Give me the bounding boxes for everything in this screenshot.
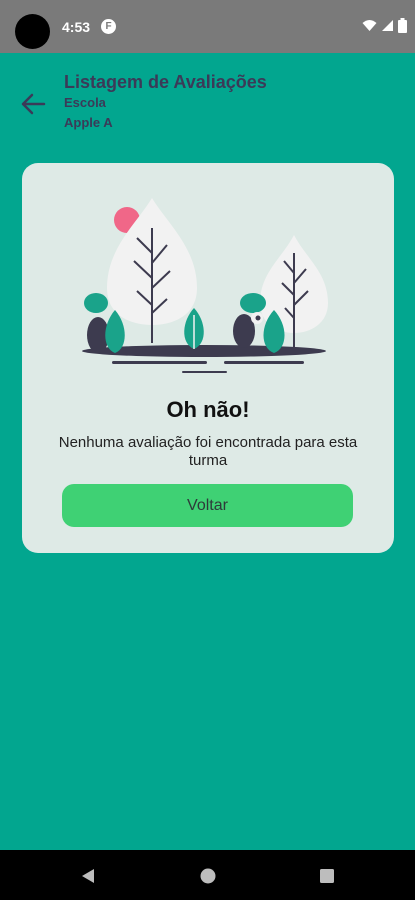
camera-cutout: [15, 14, 50, 49]
empty-forest-illustration: [82, 198, 328, 373]
arrow-left-icon: [21, 93, 46, 115]
voltar-button[interactable]: Voltar: [62, 484, 353, 527]
empty-state-card: Oh não! Nenhuma avaliação foi encontrada…: [22, 163, 394, 553]
notification-badge: F: [101, 19, 116, 34]
empty-state-message: Nenhuma avaliação foi encontrada para es…: [58, 434, 358, 469]
back-button[interactable]: [18, 89, 48, 119]
wifi-icon: [362, 20, 377, 31]
class-name: Apple A: [64, 115, 113, 130]
school-label: Escola: [64, 95, 106, 110]
header-text: Listagem de Avaliações Escola Apple A: [64, 71, 267, 133]
app-bar: Listagem de Avaliações Escola Apple A: [0, 53, 415, 143]
page-title: Listagem de Avaliações: [64, 72, 267, 92]
home-circle-icon[interactable]: [199, 867, 217, 885]
back-triangle-icon[interactable]: [79, 867, 97, 885]
battery-icon: [398, 18, 407, 33]
empty-state-title: Oh não!: [166, 397, 250, 422]
status-time: 4:53: [62, 19, 91, 35]
status-icons: [362, 18, 407, 33]
status-bar: 4:53 F: [0, 0, 415, 53]
system-nav-bar: [0, 850, 415, 900]
recents-square-icon[interactable]: [318, 867, 336, 885]
signal-icon: [382, 20, 393, 31]
